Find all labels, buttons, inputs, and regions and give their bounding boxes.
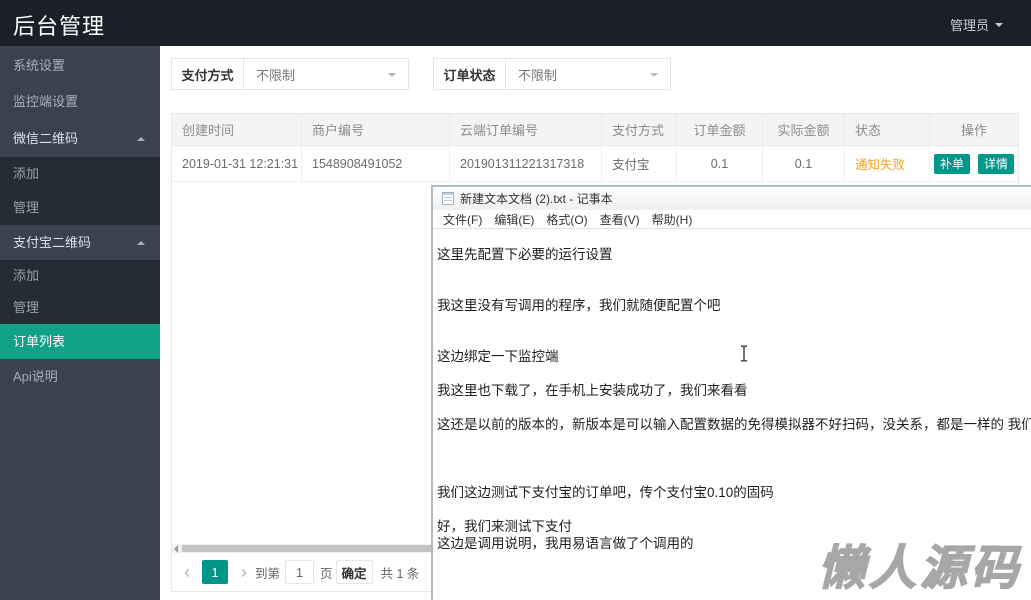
filter-pay-method-label: 支付方式 bbox=[171, 58, 244, 90]
notepad-line: 我这里没有写调用的程序，我们就随便配置个吧 bbox=[437, 298, 721, 313]
text-cursor bbox=[741, 345, 747, 362]
pagination-page-unit: 页 bbox=[320, 566, 333, 581]
notepad-line bbox=[437, 331, 1031, 348]
table-cell: 2019-01-31 12:21:31 bbox=[172, 146, 302, 181]
notepad-titlebar[interactable]: 新建文本文档 (2).txt - 记事本 bbox=[433, 187, 1031, 210]
pagination-current-page[interactable]: 1 bbox=[202, 560, 228, 584]
sidebar-item-label: 监控端设置 bbox=[13, 94, 79, 109]
scrollbar-left-arrow-icon[interactable] bbox=[174, 545, 178, 553]
chevron-down-icon bbox=[650, 73, 658, 81]
column-header: 支付方式 bbox=[602, 114, 677, 145]
table-cell: 0.1 bbox=[763, 146, 845, 181]
sidebar-item-label: 微信二维码 bbox=[13, 131, 79, 146]
details-button[interactable]: 详情 bbox=[978, 153, 1015, 174]
notepad-line: 这边绑定一下监控端 bbox=[437, 349, 559, 364]
table-cell: 1548908491052 bbox=[302, 146, 450, 181]
notepad-line bbox=[437, 467, 1031, 484]
table-header-row: 创建时间 商户编号 云端订单编号 支付方式 订单金额 实际金额 状态 操作 bbox=[172, 114, 1018, 146]
notepad-line: 我这里也下载了，在手机上安装成功了，我们来看看 bbox=[437, 383, 748, 398]
page-title: 后台管理 bbox=[13, 14, 106, 39]
notepad-line bbox=[437, 399, 1031, 416]
sidebar-item-alipay-manage[interactable]: 管理 bbox=[0, 292, 160, 324]
pagination-page-input[interactable] bbox=[285, 560, 315, 584]
chevron-down-icon bbox=[995, 23, 1003, 31]
pagination-prev-button[interactable]: ‹ bbox=[184, 563, 190, 581]
notepad-line bbox=[437, 263, 1031, 280]
notepad-line: 我们这边测试下支付宝的订单吧，传个支付宝0.10的固码 bbox=[437, 485, 774, 500]
pagination-total: 共 1 条 bbox=[380, 566, 420, 581]
filter-pay-method: 支付方式 不限制 bbox=[171, 58, 409, 90]
actions-cell: 补单 详情 bbox=[930, 146, 1018, 181]
notepad-menu-item[interactable]: 查看(V) bbox=[594, 211, 646, 228]
column-header: 状态 bbox=[845, 114, 930, 145]
notepad-line bbox=[437, 280, 1031, 297]
filter-order-status: 订单状态 不限制 bbox=[433, 58, 671, 90]
table-cell: 201901311221317318 bbox=[450, 146, 602, 181]
column-header: 创建时间 bbox=[172, 114, 302, 145]
notepad-menu-item[interactable]: 格式(O) bbox=[540, 211, 593, 228]
filter-order-status-value: 不限制 bbox=[518, 67, 558, 83]
notepad-menu-item[interactable]: 编辑(E) bbox=[488, 211, 540, 228]
notepad-title: 新建文本文档 (2).txt - 记事本 bbox=[460, 192, 613, 206]
notepad-text-area[interactable]: 这里先配置下必要的运行设置我这里没有写调用的程序，我们就随便配置个吧 这边绑定一下… bbox=[433, 229, 1031, 552]
filter-pay-method-value: 不限制 bbox=[256, 67, 296, 83]
notepad-line bbox=[437, 433, 1031, 450]
chevron-up-icon bbox=[137, 133, 145, 141]
notepad-menu-item[interactable]: 帮助(H) bbox=[646, 211, 699, 228]
sidebar-item-wechat-qrcode[interactable]: 微信二维码 bbox=[0, 120, 160, 157]
pagination-next-button[interactable]: › bbox=[241, 563, 247, 581]
table-row: 2019-01-31 12:21:31 1548908491052 20190131… bbox=[172, 146, 1018, 182]
sidebar-item-label: 订单列表 bbox=[13, 334, 66, 349]
sidebar-item-wechat-manage[interactable]: 管理 bbox=[0, 191, 160, 225]
status-badge: 通知失败 bbox=[845, 146, 930, 181]
sidebar-item-label: 支付宝二维码 bbox=[13, 235, 92, 250]
filter-pay-method-select[interactable]: 不限制 bbox=[244, 58, 409, 90]
sidebar: 系统设置 监控端设置 微信二维码 添加 管理 支付宝二维码 添加 管理 订单列表 Api说明 bbox=[0, 46, 160, 600]
user-menu[interactable]: 管理员 bbox=[950, 15, 1003, 34]
pagination-goto-label: 到第 bbox=[255, 566, 281, 581]
table-cell: 支付宝 bbox=[602, 146, 677, 181]
notepad-line bbox=[437, 365, 1031, 382]
notepad-line bbox=[437, 501, 1031, 518]
filter-order-status-label: 订单状态 bbox=[433, 58, 506, 90]
notepad-line: 这里先配置下必要的运行设置 bbox=[437, 247, 613, 262]
notepad-menubar: 文件(F) 编辑(E) 格式(O) 查看(V) 帮助(H) bbox=[433, 210, 1031, 229]
reissue-button[interactable]: 补单 bbox=[933, 153, 970, 174]
watermark: 懒人源码 bbox=[817, 540, 1022, 595]
column-header: 实际金额 bbox=[763, 114, 845, 145]
sidebar-item-label: 管理 bbox=[13, 300, 40, 315]
column-header: 商户编号 bbox=[302, 114, 450, 145]
table-cell: 0.1 bbox=[677, 146, 763, 181]
sidebar-item-alipay-add[interactable]: 添加 bbox=[0, 260, 160, 292]
sidebar-item-label: Api说明 bbox=[13, 369, 58, 384]
chevron-down-icon bbox=[388, 73, 396, 81]
notepad-icon bbox=[442, 192, 454, 205]
sidebar-item-api-doc[interactable]: Api说明 bbox=[0, 359, 160, 395]
sidebar-item-order-list[interactable]: 订单列表 bbox=[0, 324, 160, 359]
sidebar-item-alipay-qrcode[interactable]: 支付宝二维码 bbox=[0, 225, 160, 260]
sidebar-item-system-settings[interactable]: 系统设置 bbox=[0, 48, 160, 84]
notepad-line: 这还是以前的版本的，新版本是可以输入配置数据的免得模拟器不好扫码，没关系，都是一… bbox=[437, 417, 1031, 432]
sidebar-item-monitor-settings[interactable]: 监控端设置 bbox=[0, 84, 160, 120]
app-header: 后台管理 管理员 bbox=[0, 0, 1031, 46]
sidebar-item-label: 添加 bbox=[13, 166, 40, 181]
filter-order-status-select[interactable]: 不限制 bbox=[506, 58, 671, 90]
sidebar-item-label: 系统设置 bbox=[13, 58, 66, 73]
user-menu-label: 管理员 bbox=[949, 18, 989, 33]
pagination-confirm-button[interactable]: 确定 bbox=[335, 560, 373, 584]
notepad-line bbox=[437, 450, 1031, 467]
sidebar-item-label: 管理 bbox=[13, 200, 40, 215]
notepad-line bbox=[437, 314, 1031, 331]
column-header: 订单金额 bbox=[677, 114, 763, 145]
column-header: 操作 bbox=[960, 123, 987, 138]
chevron-up-icon bbox=[137, 237, 145, 245]
sidebar-item-label: 添加 bbox=[13, 268, 40, 283]
notepad-menu-item[interactable]: 文件(F) bbox=[437, 211, 488, 228]
column-header: 云端订单编号 bbox=[450, 114, 602, 145]
sidebar-item-wechat-add[interactable]: 添加 bbox=[0, 157, 160, 191]
